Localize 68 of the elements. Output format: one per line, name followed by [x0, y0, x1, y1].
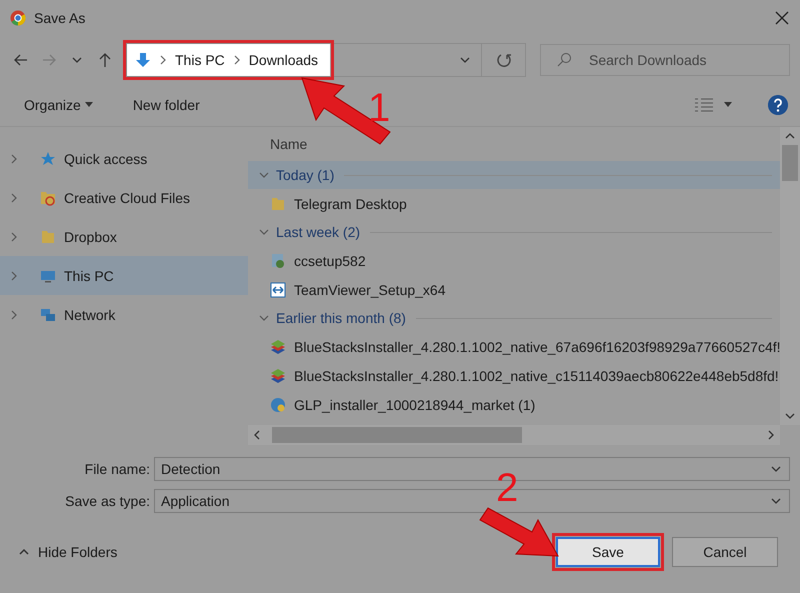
expand-chevron-icon[interactable] — [10, 308, 18, 320]
horizontal-scrollbar[interactable] — [248, 425, 780, 445]
caret-icon[interactable] — [724, 102, 732, 108]
star-icon — [40, 150, 56, 166]
folder-icon — [270, 196, 286, 212]
caret-icon — [84, 102, 93, 108]
folder-icon — [40, 190, 56, 206]
installer-icon — [270, 252, 286, 268]
new-folder-button[interactable]: New folder — [130, 95, 202, 115]
scroll-left-icon[interactable] — [252, 429, 262, 441]
collapse-chevron-icon[interactable] — [258, 171, 270, 179]
vertical-scrollbar[interactable] — [780, 127, 800, 425]
app-logo-icon — [10, 10, 26, 26]
globe-icon — [270, 396, 286, 412]
expand-chevron-icon[interactable] — [10, 270, 18, 282]
breadcrumb-item[interactable]: Downloads — [248, 52, 318, 68]
sidebar-item[interactable]: Dropbox — [0, 217, 248, 256]
folder-icon — [40, 228, 56, 244]
scroll-down-icon[interactable] — [784, 411, 796, 421]
file-item[interactable]: ccsetup582 — [248, 246, 780, 275]
sidebar-item[interactable]: This PC — [0, 256, 248, 295]
group-header[interactable]: Last week (2) — [248, 218, 780, 246]
up-arrow-icon — [97, 52, 113, 68]
file-item[interactable]: Telegram Desktop — [248, 189, 780, 218]
group-header[interactable]: Today (1) — [248, 161, 780, 189]
help-icon[interactable] — [768, 95, 788, 115]
name-column-header[interactable]: Name — [248, 127, 780, 161]
network-icon — [40, 306, 56, 322]
chevron-up-icon — [18, 548, 30, 556]
collapse-chevron-icon[interactable] — [258, 228, 270, 236]
cancel-button[interactable]: Cancel — [672, 537, 778, 567]
file-item[interactable]: GLP_installer_1000218944_market (1) — [248, 390, 780, 419]
back-arrow-icon — [13, 52, 29, 68]
hide-folders-button[interactable]: Hide Folders — [12, 543, 124, 561]
chevron-icon — [159, 55, 167, 65]
scroll-up-icon[interactable] — [784, 131, 796, 141]
file-item[interactable]: BlueStacksInstaller_4.280.1.1002_native_c15114039aecb80622e448eb5d8fd! — [248, 361, 780, 390]
refresh-icon — [496, 52, 512, 68]
arrows-icon — [270, 282, 286, 298]
layers-icon — [270, 338, 286, 354]
expand-chevron-icon[interactable] — [10, 152, 18, 164]
sidebar-item[interactable]: Network — [0, 295, 248, 334]
window-title: Save As — [34, 10, 86, 26]
step-number: 1 — [368, 88, 390, 128]
field-label: Save as type: — [64, 493, 150, 509]
scrollbar-thumb[interactable] — [272, 427, 522, 443]
details-view-icon[interactable] — [694, 97, 714, 113]
search-icon — [556, 52, 572, 68]
group-header[interactable]: Earlier this month (8) — [248, 304, 780, 332]
search-field[interactable]: Search Downloads — [540, 44, 790, 76]
file-item[interactable]: TeamViewer_Setup_x64 — [248, 275, 780, 304]
close-icon[interactable] — [774, 10, 790, 26]
chevron-icon — [232, 55, 241, 65]
file-item[interactable]: BlueStacksInstaller_4.280.1.1002_native_67a696f16203f98929a77660527c4f! — [248, 332, 780, 361]
collapse-chevron-icon[interactable] — [258, 314, 270, 322]
layers-icon — [270, 368, 286, 384]
forward-arrow-icon — [41, 52, 57, 68]
scrollbar-thumb[interactable] — [782, 145, 798, 181]
organize-menu[interactable]: Organize — [22, 95, 95, 115]
scroll-right-icon[interactable] — [766, 429, 776, 441]
breadcrumb-item[interactable]: This PC — [175, 52, 225, 68]
sidebar-item[interactable]: Creative Cloud Files — [0, 178, 248, 217]
sidebar-item[interactable]: Quick access — [0, 139, 248, 178]
download-arrow-icon — [135, 52, 151, 68]
address-bar[interactable]: This PC Downloads — [126, 43, 526, 77]
expand-chevron-icon[interactable] — [10, 230, 18, 242]
field-label: File name: — [84, 461, 150, 477]
expand-chevron-icon[interactable] — [10, 192, 18, 204]
